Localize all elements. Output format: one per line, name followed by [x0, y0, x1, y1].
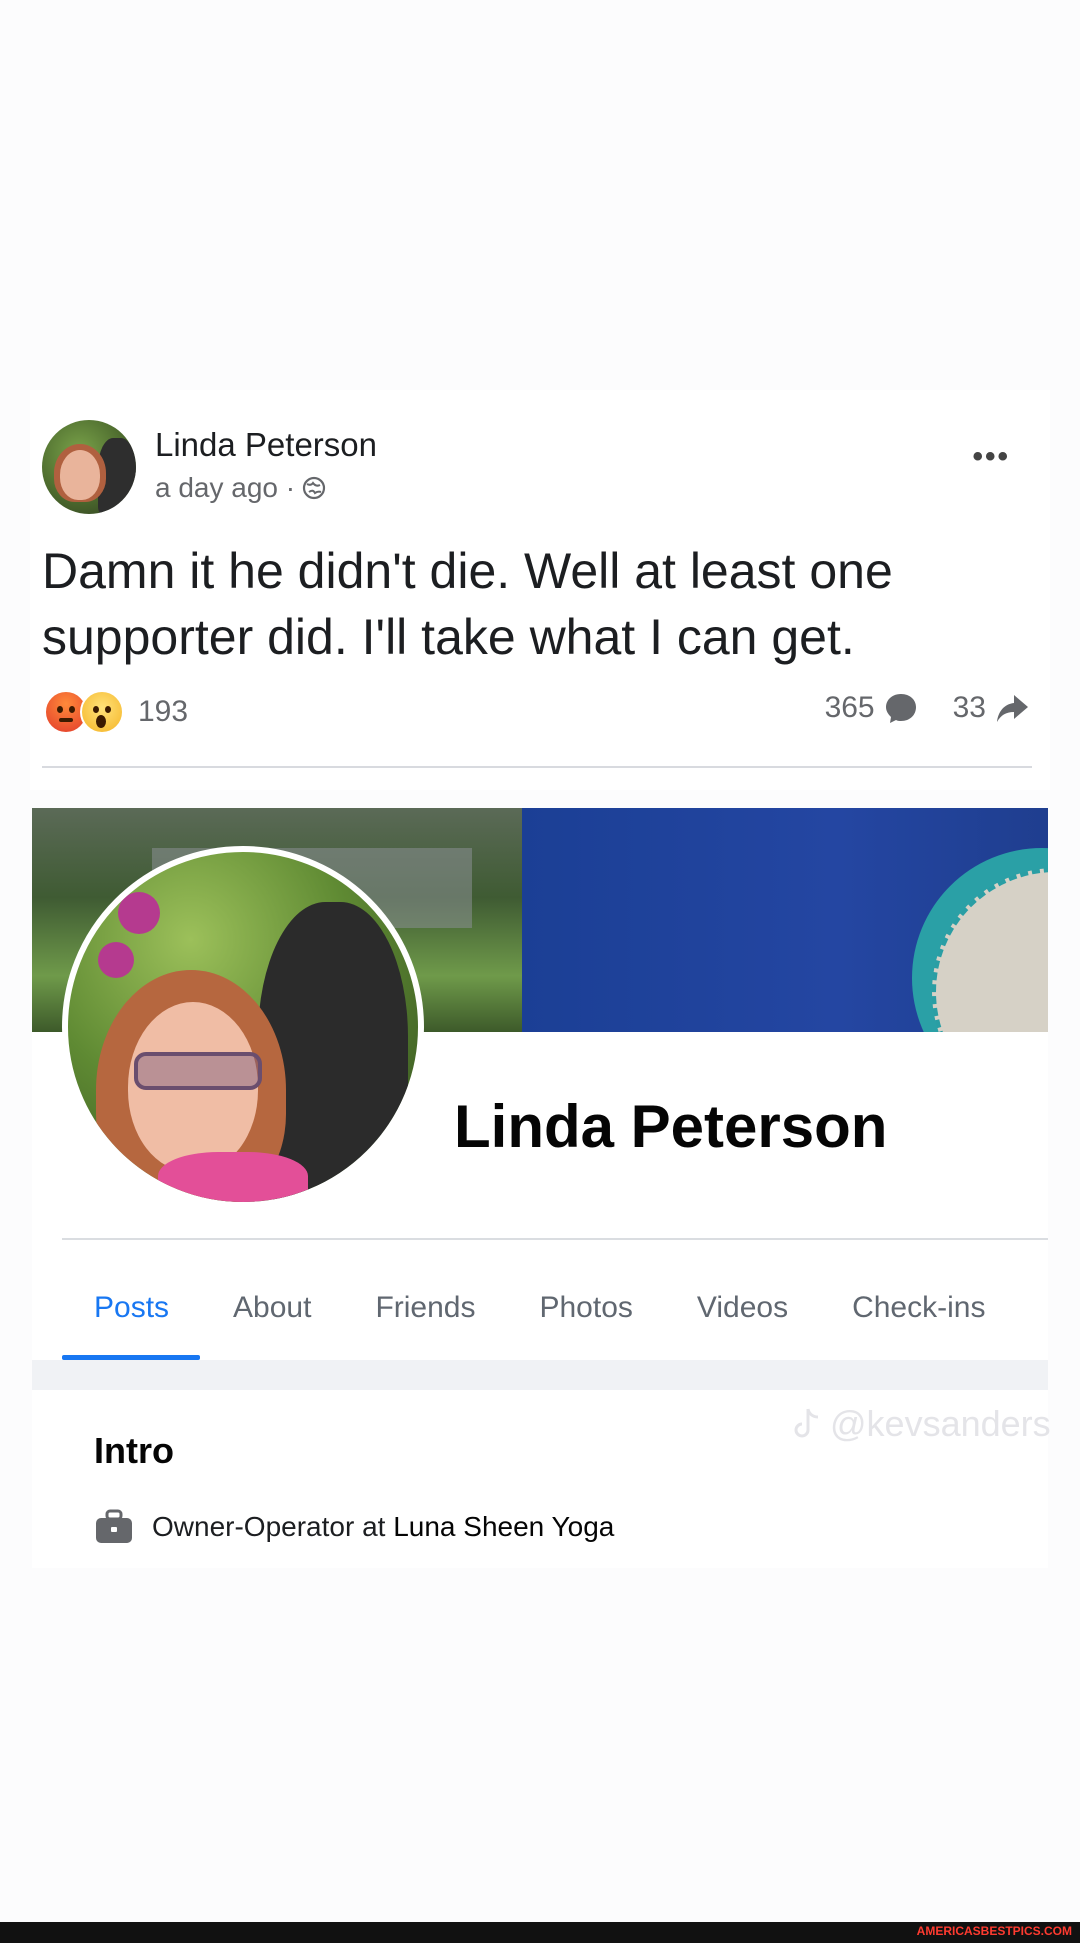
profile-picture[interactable]	[62, 846, 424, 1208]
more-options-button[interactable]: •••	[972, 440, 1010, 474]
watermark-text: @kevsanders	[830, 1403, 1051, 1444]
comment-icon[interactable]	[883, 690, 919, 726]
post-text: Damn it he didn't die. Well at least one…	[42, 543, 893, 665]
work-organization[interactable]: Luna Sheen Yoga	[393, 1511, 614, 1542]
comment-count[interactable]: 365	[825, 691, 875, 725]
globe-icon	[303, 476, 326, 500]
site-watermark: AMERICASBESTPICS.COM	[916, 1924, 1072, 1938]
author-avatar[interactable]	[42, 420, 136, 514]
share-count[interactable]: 33	[953, 691, 986, 725]
footer-bar: AMERICASBESTPICS.COM	[0, 1922, 1080, 1943]
tab-checkins[interactable]: Check-ins	[820, 1278, 1017, 1338]
sunglasses	[134, 1052, 262, 1090]
tab-posts[interactable]: Posts	[62, 1278, 201, 1338]
pink-shirt	[158, 1152, 308, 1202]
post-timestamp: a day ago ·	[155, 472, 327, 504]
post-stats: 365 33	[825, 690, 1030, 726]
reaction-count: 193	[138, 695, 189, 728]
profile-divider	[62, 1238, 1048, 1240]
wow-emoji-icon	[80, 690, 124, 734]
post-card: Linda Peterson a day ago · ••• Damn it h…	[30, 390, 1050, 790]
reactions-summary[interactable]: 193	[44, 690, 188, 734]
tab-photos[interactable]: Photos	[507, 1278, 664, 1338]
tiktok-icon	[794, 1408, 819, 1438]
work-role: Owner-Operator at	[152, 1511, 394, 1542]
avatar-face	[60, 450, 100, 500]
author-name[interactable]: Linda Peterson	[155, 426, 377, 464]
flower	[118, 892, 160, 934]
tab-videos[interactable]: Videos	[665, 1278, 820, 1338]
profile-name: Linda Peterson	[454, 1093, 888, 1160]
intro-title: Intro	[94, 1430, 174, 1471]
intro-work-item: Owner-Operator at Luna Sheen Yoga	[94, 1508, 614, 1546]
tabs-separator	[32, 1360, 1048, 1390]
tiktok-watermark: @kevsanders	[790, 1403, 1051, 1445]
profile-tabs: Posts About Friends Photos Videos Check-…	[62, 1278, 1017, 1338]
post-time: a day ago ·	[155, 472, 296, 503]
share-icon[interactable]	[994, 690, 1030, 726]
post-divider	[42, 766, 1032, 768]
tab-friends[interactable]: Friends	[343, 1278, 507, 1338]
profile-section: Linda Peterson Posts About Friends Photo…	[32, 808, 1048, 1568]
flower	[98, 942, 134, 978]
tab-about[interactable]: About	[201, 1278, 343, 1338]
briefcase-icon	[96, 1509, 132, 1543]
